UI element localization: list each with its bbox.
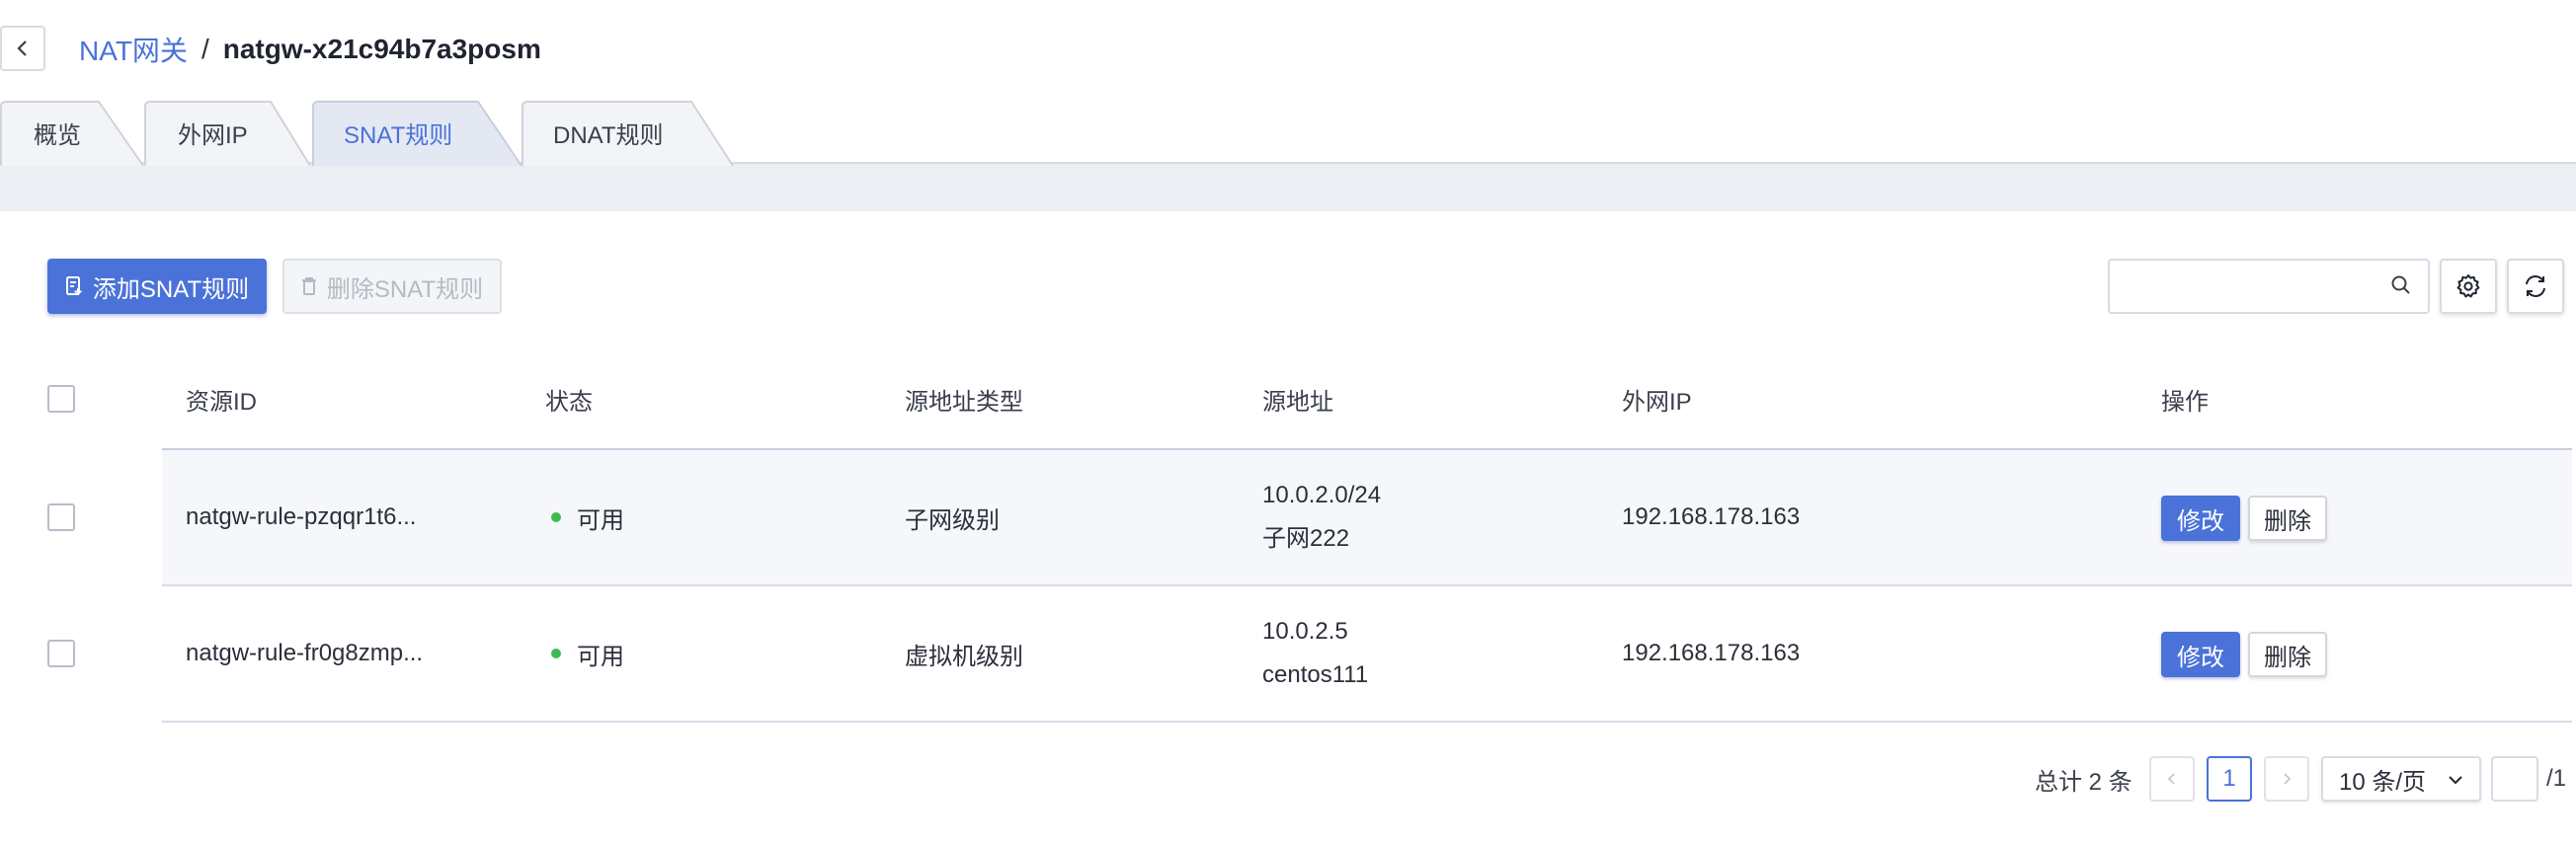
search-icon[interactable] — [2390, 274, 2412, 303]
status-text: 可用 — [577, 506, 624, 534]
tab-public-ip[interactable]: 外网IP — [144, 101, 312, 166]
column-header-resource-id: 资源ID — [186, 388, 257, 416]
column-header-source-type: 源地址类型 — [905, 388, 1023, 416]
source-type: 子网级别 — [905, 506, 1000, 534]
page-header: NAT网关 / natgw-x21c94b7a3posm — [0, 0, 2576, 99]
tab-label: 概览 — [34, 121, 81, 149]
tab-label: 外网IP — [178, 121, 248, 149]
source-address-cell: 10.0.2.5 centos111 — [1262, 586, 1368, 721]
search-box — [2108, 259, 2430, 314]
chevron-down-icon — [2449, 776, 2462, 785]
resource-id[interactable]: natgw-rule-fr0g8zmp... — [186, 586, 423, 721]
column-header-status: 状态 — [545, 388, 593, 416]
source-name: centos111 — [1262, 661, 1369, 688]
column-header-public-ip: 外网IP — [1622, 388, 1692, 416]
chevron-left-icon — [17, 40, 27, 56]
breadcrumb: NAT网关 / natgw-x21c94b7a3posm — [79, 28, 541, 71]
page-title: natgw-x21c94b7a3posm — [222, 34, 541, 64]
page-size-value: 10 条/页 — [2339, 768, 2427, 796]
snat-rules-panel: 添加SNAT规则 删除SNAT规则 资源ID 状态 源地址类型 源地址 外网IP… — [0, 211, 2576, 845]
breadcrumb-separator: / — [201, 34, 209, 64]
refresh-icon — [2526, 275, 2545, 297]
search-input[interactable] — [2110, 261, 2376, 312]
status-cell: 可用 — [545, 586, 624, 721]
row-checkbox[interactable] — [47, 640, 75, 667]
tab-snat-rules[interactable]: SNAT规则 — [312, 101, 523, 166]
section-divider — [0, 164, 2576, 211]
delete-button[interactable]: 删除 — [2248, 632, 2327, 677]
row-checkbox[interactable] — [47, 503, 75, 531]
column-header-actions: 操作 — [2161, 388, 2209, 416]
public-ip: 192.168.178.163 — [1622, 640, 1801, 666]
status-dot-icon — [551, 512, 561, 522]
gear-icon — [2456, 274, 2480, 298]
tab-overview[interactable]: 概览 — [0, 101, 146, 166]
source-name: 子网222 — [1262, 525, 1350, 552]
page-jump-input[interactable] — [2491, 756, 2538, 802]
refresh-button[interactable] — [2507, 259, 2564, 314]
source-address: 10.0.2.0/24 — [1262, 482, 1382, 508]
table-header: 资源ID 状态 源地址类型 源地址 外网IP 操作 — [0, 349, 2576, 448]
settings-button[interactable] — [2440, 259, 2497, 314]
prev-page-button[interactable] — [2149, 756, 2195, 802]
total-count: 总计 2 条 — [2035, 768, 2133, 796]
breadcrumb-parent-link[interactable]: NAT网关 — [79, 30, 188, 69]
delete-button[interactable]: 删除 — [2248, 496, 2327, 541]
edit-button[interactable]: 修改 — [2161, 496, 2240, 541]
table-row: natgw-rule-pzqqr1t6... 可用 子网级别 10.0.2.0/… — [0, 450, 2576, 586]
tab-bar: 概览 外网IP SNAT规则 DNAT规则 — [0, 99, 2576, 166]
total-pages: /1 — [2546, 765, 2567, 792]
status-text: 可用 — [577, 643, 624, 670]
next-page-button[interactable] — [2264, 756, 2309, 802]
chevron-right-icon — [2284, 773, 2292, 785]
status-dot-icon — [551, 649, 561, 658]
delete-snat-rule-label: 删除SNAT规则 — [326, 275, 484, 303]
tab-label: DNAT规则 — [553, 121, 664, 149]
select-all-checkbox[interactable] — [47, 385, 75, 413]
pagination: 总计 2 条 1 10 条/页 /1 — [0, 752, 2576, 806]
chevron-left-icon — [2167, 773, 2175, 785]
table-row: natgw-rule-fr0g8zmp... 可用 虚拟机级别 10.0.2.5… — [0, 586, 2576, 723]
public-ip: 192.168.178.163 — [1622, 503, 1801, 530]
add-snat-rule-button[interactable]: 添加SNAT规则 — [47, 259, 267, 314]
back-button[interactable] — [0, 26, 45, 71]
column-header-source-address: 源地址 — [1262, 388, 1333, 416]
tab-dnat-rules[interactable]: DNAT规则 — [522, 101, 735, 166]
tab-label: SNAT规则 — [344, 121, 453, 149]
resource-id[interactable]: natgw-rule-pzqqr1t6... — [186, 450, 416, 584]
delete-snat-rule-button[interactable]: 删除SNAT规则 — [282, 259, 502, 314]
source-address-cell: 10.0.2.0/24 子网222 — [1262, 450, 1381, 584]
source-address: 10.0.2.5 — [1262, 618, 1348, 645]
source-type: 虚拟机级别 — [905, 643, 1023, 670]
page-number-button[interactable]: 1 — [2207, 756, 2252, 802]
trash-icon — [301, 276, 317, 296]
add-document-icon — [65, 276, 83, 296]
add-snat-rule-label: 添加SNAT规则 — [92, 275, 250, 303]
status-cell: 可用 — [545, 450, 624, 584]
page-size-select[interactable]: 10 条/页 — [2321, 756, 2481, 802]
edit-button[interactable]: 修改 — [2161, 632, 2240, 677]
